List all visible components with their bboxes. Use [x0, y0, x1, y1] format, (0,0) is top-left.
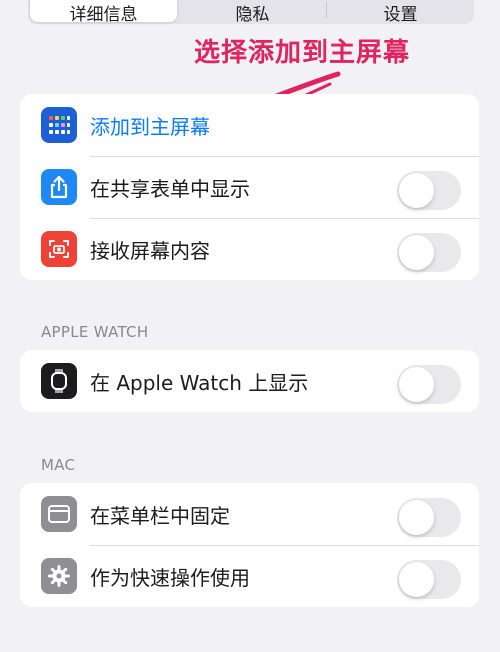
- receive-screen-content-label: 接收屏幕内容: [90, 238, 210, 263]
- show-on-apple-watch-row: 在 Apple Watch 上显示: [20, 350, 479, 412]
- gear-icon: [41, 558, 77, 594]
- tab-settings[interactable]: 设置: [327, 0, 474, 25]
- toggle-knob: [399, 500, 434, 535]
- tab-details-label: 详细信息: [69, 4, 138, 25]
- tab-details[interactable]: 详细信息: [30, 0, 177, 25]
- use-as-quick-action-row: 作为快速操作使用: [20, 545, 479, 607]
- toggle-knob: [399, 173, 434, 208]
- show-in-share-sheet-row: 在共享表单中显示: [20, 156, 479, 218]
- screenshot-camera-icon: [41, 231, 77, 267]
- annotation-text: 选择添加到主屏幕: [194, 38, 411, 68]
- tab-privacy-label: 隐私: [235, 4, 270, 25]
- mac-group: 在菜单栏中固定 作为快速操作使用: [20, 483, 479, 607]
- tab-settings-label: 设置: [383, 4, 418, 25]
- apple-watch-group: 在 Apple Watch 上显示: [20, 350, 479, 412]
- toggle-knob: [399, 235, 434, 270]
- show-in-share-sheet-toggle[interactable]: [397, 171, 461, 210]
- segmented-tabs: 详细信息 隐私 设置: [28, 0, 474, 25]
- share-icon: [41, 169, 77, 205]
- toggle-knob: [399, 367, 434, 402]
- add-to-home-screen-row[interactable]: 添加到主屏幕: [20, 94, 479, 156]
- home-screen-grid-icon: [41, 107, 77, 143]
- receive-screen-content-toggle[interactable]: [397, 233, 461, 272]
- pin-in-menu-bar-row: 在菜单栏中固定: [20, 483, 479, 545]
- show-on-apple-watch-toggle[interactable]: [397, 365, 461, 404]
- pin-in-menu-bar-toggle[interactable]: [397, 498, 461, 537]
- show-in-share-sheet-label: 在共享表单中显示: [90, 176, 250, 201]
- use-as-quick-action-label: 作为快速操作使用: [90, 565, 250, 590]
- shortcut-options-group: 添加到主屏幕 在共享表单中显示 接收屏幕内容: [20, 94, 479, 280]
- apple-watch-icon: [41, 363, 77, 399]
- receive-screen-content-row: 接收屏幕内容: [20, 218, 479, 280]
- menu-bar-icon: [41, 496, 77, 532]
- show-on-apple-watch-label: 在 Apple Watch 上显示: [90, 370, 309, 395]
- pin-in-menu-bar-label: 在菜单栏中固定: [90, 503, 230, 528]
- toggle-knob: [399, 562, 434, 597]
- tab-privacy[interactable]: 隐私: [179, 0, 326, 25]
- apple-watch-section-header: APPLE WATCH: [41, 323, 149, 341]
- add-to-home-screen-label: 添加到主屏幕: [90, 114, 210, 139]
- mac-section-header: MAC: [41, 456, 76, 474]
- use-as-quick-action-toggle[interactable]: [397, 560, 461, 599]
